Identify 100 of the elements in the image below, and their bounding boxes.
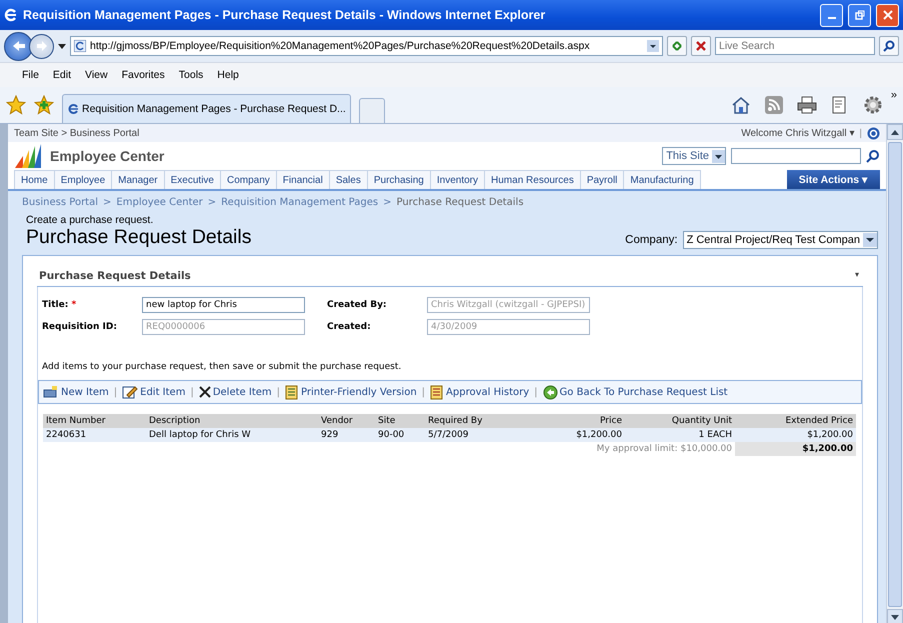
panel-title: Purchase Request Details xyxy=(39,270,191,282)
toolbar-link[interactable]: Edit Item xyxy=(122,385,186,399)
top-breadcrumb[interactable]: Team Site > Business Portal xyxy=(14,128,140,138)
site-actions-button[interactable]: Site Actions ▾ xyxy=(786,170,880,189)
help-icon[interactable] xyxy=(867,126,880,140)
column-header: Extended Price xyxy=(735,414,856,428)
scope-dropdown[interactable]: This Site xyxy=(662,147,726,165)
page-icon xyxy=(74,40,86,52)
nav-tab[interactable]: Manufacturing xyxy=(623,170,701,189)
search-button[interactable] xyxy=(879,36,899,56)
search-icon[interactable] xyxy=(866,149,880,163)
nav-tab[interactable]: Payroll xyxy=(580,170,624,189)
minimize-button[interactable] xyxy=(820,4,843,26)
address-field[interactable]: http://gjmoss/BP/Employee/Requisition%20Management%20Pages/Purchase%20Request%20Details.aspx xyxy=(70,36,663,56)
company-dropdown[interactable]: Z Central Project/Req Test Compan xyxy=(682,231,878,249)
restore-icon xyxy=(854,10,864,20)
menu-item[interactable]: Tools xyxy=(178,69,204,81)
table-cell: 5/7/2009 xyxy=(425,428,515,442)
minimize-icon xyxy=(828,17,836,19)
document-icon xyxy=(430,384,444,400)
approval-limit-text: My approval limit: $10,000.00 xyxy=(43,442,735,456)
nav-tab[interactable]: Manager xyxy=(111,170,165,189)
toolbar-link[interactable]: Printer-Friendly Version xyxy=(285,384,417,400)
edit-icon xyxy=(122,385,138,399)
delete-icon xyxy=(198,386,211,398)
nav-tab[interactable]: Human Resources xyxy=(484,170,581,189)
column-header: Price xyxy=(515,414,625,428)
scroll-up-button[interactable] xyxy=(887,124,903,140)
separator: | xyxy=(276,386,280,398)
total-cell: $1,200.00 xyxy=(735,442,856,456)
column-header: Description xyxy=(146,414,318,428)
nav-tab[interactable]: Company xyxy=(220,170,277,189)
separator: | xyxy=(114,386,118,398)
home-icon[interactable] xyxy=(730,96,751,114)
breadcrumb-link[interactable]: Employee Center xyxy=(116,197,203,208)
column-header: Vendor xyxy=(318,414,375,428)
site-title[interactable]: Employee Center xyxy=(50,148,164,164)
nav-tab[interactable]: Purchasing xyxy=(366,170,431,189)
nav-tab[interactable]: Employee xyxy=(54,170,112,189)
add-star-icon[interactable] xyxy=(34,95,54,115)
field-label: Created By: xyxy=(327,300,388,310)
forward-arrow-icon xyxy=(36,41,48,51)
breadcrumb-separator: > xyxy=(103,197,112,208)
toolbar-link[interactable]: Approval History xyxy=(430,384,530,400)
refresh-button[interactable] xyxy=(667,36,687,56)
nav-tab[interactable]: Home xyxy=(14,170,55,189)
search-icon xyxy=(883,40,895,52)
logo-icon xyxy=(14,144,44,168)
feed-icon[interactable] xyxy=(764,96,783,114)
browser-tab[interactable]: Requisition Management Pages - Purchase Request D... xyxy=(62,94,351,123)
page-heading: Purchase Request Details xyxy=(26,226,252,249)
breadcrumb-separator: > xyxy=(208,197,216,208)
panel-menu-caret[interactable]: ▾ xyxy=(854,270,859,282)
back-button[interactable] xyxy=(4,32,33,60)
toolbar-link[interactable]: New Item xyxy=(43,385,109,399)
table-cell: 929 xyxy=(318,428,375,442)
close-button[interactable] xyxy=(876,4,899,26)
separator: | xyxy=(190,386,194,398)
forward-button[interactable] xyxy=(29,34,54,58)
nav-tab[interactable]: Executive xyxy=(164,170,221,189)
menu-item[interactable]: Edit xyxy=(52,69,72,81)
search-field[interactable]: Live Search xyxy=(715,37,875,55)
table-cell: 1 EACH xyxy=(625,428,735,442)
stop-button[interactable] xyxy=(691,36,711,56)
nav-tab[interactable]: Inventory xyxy=(430,170,486,189)
table-cell: $1,200.00 xyxy=(515,428,625,442)
field-label: Created: xyxy=(327,322,372,332)
breadcrumb-link[interactable]: Business Portal xyxy=(22,197,98,208)
printer-icon[interactable] xyxy=(796,96,817,114)
field-label: Requisition ID: xyxy=(42,322,118,332)
menu-item[interactable]: File xyxy=(22,69,39,81)
table-cell: 90-00 xyxy=(375,428,425,442)
star-icon[interactable] xyxy=(6,95,26,115)
caret-icon[interactable] xyxy=(58,44,66,48)
menu-item[interactable]: View xyxy=(85,69,108,81)
new-item-icon xyxy=(43,385,59,399)
field-label: Title: * xyxy=(42,300,78,310)
menu-item[interactable]: Help xyxy=(217,69,239,81)
scroll-down-button[interactable] xyxy=(887,609,903,623)
nav-tab[interactable]: Sales xyxy=(328,170,368,189)
text-field[interactable]: new laptop for Chris xyxy=(142,297,305,313)
scrollbar-thumb[interactable] xyxy=(888,142,902,607)
breadcrumb-link[interactable]: Requisition Management Pages xyxy=(221,197,378,208)
separator: | xyxy=(859,128,862,138)
more-chevron[interactable]: » xyxy=(890,89,897,101)
toolbar-link[interactable]: Delete Item xyxy=(198,386,272,398)
menu-item[interactable]: Favorites xyxy=(122,69,165,81)
welcome-menu[interactable]: Welcome Chris Witzgall ▾ xyxy=(741,127,854,139)
breadcrumb-separator: > xyxy=(383,197,392,208)
refresh-icon xyxy=(671,40,683,52)
back-arrow-icon xyxy=(12,40,26,52)
settings-icon[interactable] xyxy=(862,95,883,115)
restore-button[interactable] xyxy=(848,4,871,26)
column-header: Item Number xyxy=(43,414,146,428)
breadcrumb-link[interactable]: Purchase Request Details xyxy=(396,197,524,208)
browser-logo-icon xyxy=(4,8,18,22)
site-search-field[interactable] xyxy=(731,148,861,164)
separator: | xyxy=(534,386,538,398)
nav-tab[interactable]: Financial xyxy=(276,170,330,189)
toolbar-link[interactable]: Go Back To Purchase Request List xyxy=(542,384,728,400)
